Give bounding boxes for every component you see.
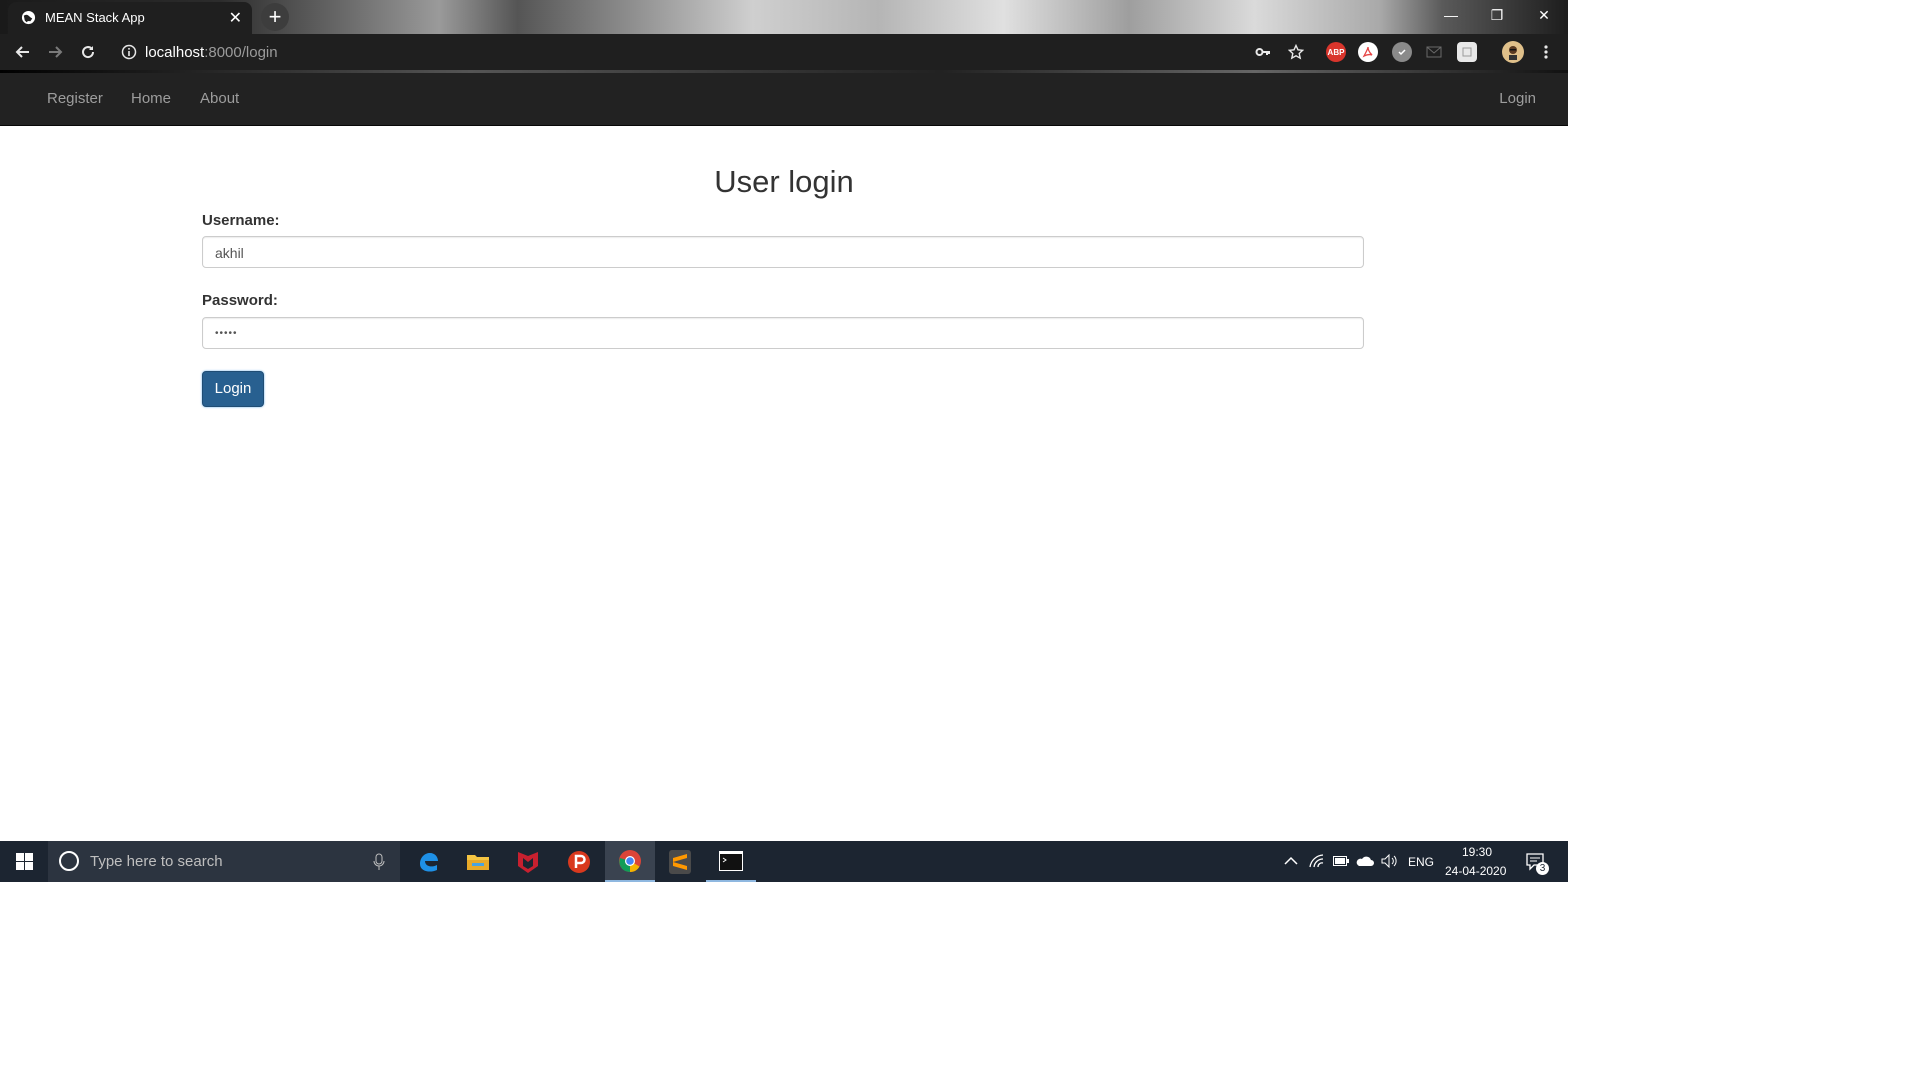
sublime-text-icon[interactable] <box>655 841 705 882</box>
folder-logo <box>467 854 489 870</box>
profile-avatar[interactable] <box>1502 41 1524 63</box>
chevron-up-icon[interactable] <box>1284 856 1298 866</box>
forward-arrow-icon <box>49 46 63 58</box>
screenshot-extension-icon[interactable] <box>1457 42 1477 62</box>
envelope-icon <box>1426 46 1442 58</box>
username-label: Username: <box>202 212 280 229</box>
url-host: localhost <box>145 44 205 61</box>
search-placeholder: Type here to search <box>90 853 223 870</box>
browser-toolbar: localhost:8000/login ABP <box>0 34 1568 70</box>
username-input[interactable]: akhil <box>202 236 1364 268</box>
key-icon <box>1255 48 1270 56</box>
minimize-button[interactable]: — <box>1428 0 1474 32</box>
kebab-menu-icon <box>1544 45 1548 59</box>
reload-button[interactable] <box>76 40 100 64</box>
windows-logo-icon <box>15 853 33 870</box>
notification-count-badge: 3 <box>1536 862 1549 875</box>
login-button[interactable]: Login <box>202 371 264 407</box>
check-glyph-icon <box>1398 49 1406 56</box>
clock-time[interactable]: 19:30 <box>1462 845 1492 859</box>
back-button[interactable] <box>10 40 34 64</box>
pdf-extension-icon[interactable] <box>1358 42 1378 62</box>
adblock-plus-icon[interactable]: ABP <box>1326 42 1346 62</box>
address-bar[interactable]: localhost:8000/login <box>112 38 1312 66</box>
sublime-logo <box>669 849 691 874</box>
bookmark-star-button[interactable] <box>1284 40 1308 64</box>
globe-icon <box>21 10 36 25</box>
restore-button[interactable]: ❐ <box>1474 0 1520 32</box>
password-key-button[interactable] <box>1251 40 1275 64</box>
clock-date[interactable]: 24-04-2020 <box>1445 864 1506 878</box>
cortana-icon <box>59 851 79 871</box>
volume-icon[interactable] <box>1381 854 1397 868</box>
grammar-extension-icon[interactable] <box>1392 42 1412 62</box>
tab-close-icon[interactable]: ✕ <box>229 8 242 28</box>
star-icon <box>1288 44 1304 60</box>
page-title: User login <box>714 164 854 199</box>
password-label: Password: <box>202 292 278 309</box>
forward-button[interactable] <box>44 40 68 64</box>
nav-home-link[interactable]: Home <box>131 90 171 107</box>
mcafee-icon[interactable] <box>503 841 553 882</box>
mcafee-shield-logo <box>518 851 538 873</box>
nav-about-link[interactable]: About <box>200 90 239 107</box>
onedrive-cloud-icon[interactable] <box>1356 855 1374 867</box>
terminal-icon[interactable] <box>706 841 756 882</box>
site-navbar: Register Home About Login <box>0 73 1568 126</box>
tab-title: MEAN Stack App <box>45 10 145 25</box>
microphone-icon[interactable] <box>373 853 385 871</box>
browser-tab[interactable]: MEAN Stack App ✕ <box>8 2 252 34</box>
browser-titlebar: MEAN Stack App ✕ + — ❐ ✕ <box>0 0 1568 34</box>
back-arrow-icon <box>15 46 29 58</box>
frame-icon <box>1462 47 1472 57</box>
info-icon <box>121 44 137 60</box>
edge-icon[interactable] <box>403 841 453 882</box>
battery-icon[interactable] <box>1333 856 1349 866</box>
chrome-icon[interactable] <box>605 841 655 882</box>
nav-register-link[interactable]: Register <box>47 90 103 107</box>
new-tab-button[interactable]: + <box>261 3 289 31</box>
psiphon-icon[interactable] <box>554 841 604 882</box>
wifi-icon[interactable] <box>1309 854 1325 868</box>
url-text: localhost:8000/login <box>145 44 278 61</box>
cmd-logo <box>719 850 743 871</box>
close-window-button[interactable]: ✕ <box>1521 0 1567 32</box>
start-button[interactable] <box>0 841 48 882</box>
chrome-logo <box>619 849 641 872</box>
chrome-menu-button[interactable] <box>1534 40 1558 64</box>
nav-login-link[interactable]: Login <box>1499 90 1536 107</box>
windows-taskbar: Type here to search ENG 19:30 24-04-2020… <box>0 841 1568 882</box>
avatar-face-icon <box>1509 46 1517 60</box>
taskbar-search[interactable]: Type here to search <box>48 841 400 882</box>
file-explorer-icon[interactable] <box>453 841 503 882</box>
url-path: :8000/login <box>204 44 278 61</box>
psiphon-logo <box>568 850 590 873</box>
reload-icon <box>82 46 95 59</box>
password-input[interactable]: ••••• <box>202 317 1364 349</box>
mail-extension-icon[interactable] <box>1424 42 1444 62</box>
language-indicator[interactable]: ENG <box>1408 855 1434 869</box>
edge-logo <box>420 852 438 872</box>
pdf-glyph-icon <box>1362 46 1373 58</box>
